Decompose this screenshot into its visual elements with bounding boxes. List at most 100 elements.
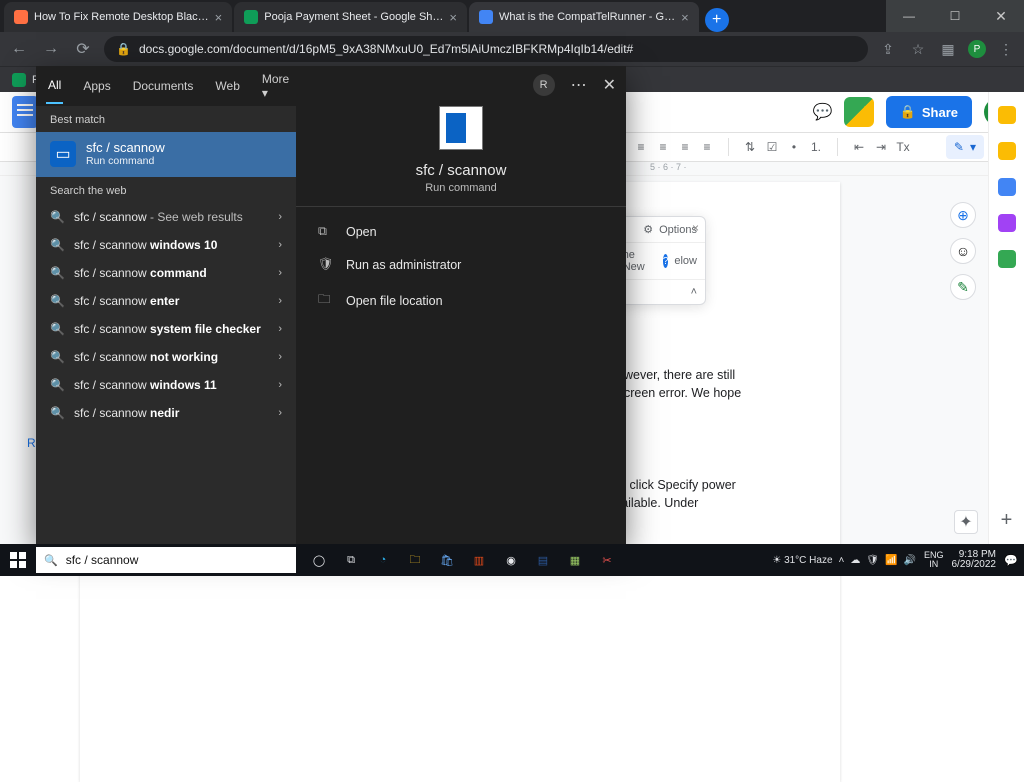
web-result-item[interactable]: 🔍sfc / scannow windows 11› — [36, 371, 296, 399]
forward-button[interactable]: → — [40, 40, 62, 58]
maps-icon[interactable] — [998, 250, 1016, 268]
numbered-list-icon[interactable]: 1. — [807, 138, 825, 156]
chevron-right-icon: › — [278, 295, 282, 307]
web-result-item[interactable]: 🔍sfc / scannow command› — [36, 259, 296, 287]
wifi-icon[interactable]: 📶 — [885, 555, 897, 566]
omnibox[interactable]: 🔒 docs.google.com/document/d/16pM5_9xA38… — [104, 36, 868, 62]
web-result-item[interactable]: 🔍sfc / scannow not working› — [36, 343, 296, 371]
add-comment-icon[interactable]: ⊕ — [950, 202, 976, 228]
new-tab-button[interactable]: + — [705, 8, 729, 32]
taskbar-search-input[interactable] — [66, 553, 288, 567]
meet-button[interactable] — [844, 97, 874, 127]
calendar-icon[interactable] — [998, 106, 1016, 124]
help-icon[interactable]: ? — [663, 254, 669, 268]
indent-decrease-icon[interactable]: ⇤ — [850, 138, 868, 156]
language-indicator[interactable]: ENG IN — [924, 551, 944, 570]
suggest-edits-icon[interactable]: ✎ — [950, 274, 976, 300]
add-on-plus-icon[interactable]: + — [1001, 509, 1013, 532]
store-icon[interactable]: 🛍 — [432, 544, 462, 576]
browser-tab[interactable]: What is the CompatTelRunner - G… × — [469, 2, 699, 32]
chrome-icon[interactable]: ◉ — [496, 544, 526, 576]
tray-chevron-icon[interactable]: ˄ — [839, 555, 845, 566]
checklist-icon[interactable]: ☑ — [763, 138, 781, 156]
action-center-icon[interactable]: 💬 — [1004, 554, 1018, 567]
share-button[interactable]: 🔒 Share — [886, 96, 972, 128]
align-right-icon[interactable]: ≡ — [676, 138, 694, 156]
bookmark-star-icon[interactable]: ☆ — [908, 41, 928, 58]
editing-mode-button[interactable]: ✎▾ — [946, 135, 984, 159]
reload-button[interactable]: ⟳ — [72, 39, 94, 59]
contacts-icon[interactable] — [998, 214, 1016, 232]
section-best-match: Best match — [36, 106, 296, 132]
align-center-icon[interactable]: ≡ — [654, 138, 672, 156]
volume-icon[interactable]: 🔊 — [904, 555, 916, 566]
window-minimize-button[interactable]: ― — [886, 0, 932, 32]
weather-widget[interactable]: ☀ 31°C Haze — [772, 555, 832, 566]
search-icon: 🔍 — [50, 350, 64, 364]
search-tab-more[interactable]: More ▾ — [260, 62, 291, 110]
tab-close-icon[interactable]: × — [215, 10, 223, 25]
docs-logo-icon[interactable] — [12, 96, 38, 128]
onedrive-icon[interactable]: ☁ — [850, 555, 860, 566]
close-search-icon[interactable]: ✕ — [603, 75, 616, 95]
chevron-right-icon: › — [278, 407, 282, 419]
keep-icon[interactable] — [998, 142, 1016, 160]
best-match-result[interactable]: ▭ sfc / scannow Run command — [36, 132, 296, 177]
search-icon: 🔍 — [50, 294, 64, 308]
tab-close-icon[interactable]: × — [449, 10, 457, 25]
emoji-reaction-icon[interactable]: ☺ — [950, 238, 976, 264]
word-icon[interactable]: ▤ — [528, 544, 558, 576]
close-icon[interactable]: × — [692, 221, 699, 235]
taskbar-search-box[interactable]: 🔍 — [36, 547, 296, 573]
comment-history-icon[interactable]: 💬 — [814, 103, 832, 121]
file-explorer-icon[interactable]: 🗀 — [400, 544, 430, 576]
align-justify-icon[interactable]: ≡ — [698, 138, 716, 156]
lock-icon: 🔒 — [900, 104, 916, 120]
explore-button[interactable]: ✦ — [954, 510, 978, 534]
search-tab-documents[interactable]: Documents — [131, 69, 196, 103]
task-view-icon[interactable]: ⧉ — [336, 544, 366, 576]
chevron-up-icon[interactable]: ˄ — [691, 286, 697, 298]
web-result-item[interactable]: 🔍sfc / scannow windows 10› — [36, 231, 296, 259]
chrome-menu-icon[interactable]: ⋮ — [996, 41, 1016, 58]
browser-tab[interactable]: Pooja Payment Sheet - Google Sh… × — [234, 2, 467, 32]
web-result-item[interactable]: 🔍sfc / scannow nedir› — [36, 399, 296, 427]
clear-formatting-icon[interactable]: Tx — [894, 138, 912, 156]
web-result-item[interactable]: 🔍sfc / scannow - See web results› — [36, 203, 296, 231]
back-button[interactable]: ← — [8, 40, 30, 58]
window-maximize-button[interactable]: ☐ — [932, 0, 978, 32]
extensions-icon[interactable]: ▦ — [938, 41, 958, 58]
align-left-icon[interactable]: ≡ — [632, 138, 650, 156]
cortana-icon[interactable]: ◯ — [304, 544, 334, 576]
search-tab-apps[interactable]: Apps — [81, 69, 112, 103]
notepadpp-icon[interactable]: ▦ — [560, 544, 590, 576]
favicon — [14, 10, 28, 24]
web-result-item[interactable]: 🔍sfc / scannow system file checker› — [36, 315, 296, 343]
edge-icon[interactable]: ◔ — [368, 544, 398, 576]
defender-icon[interactable]: 🛡 — [866, 555, 879, 566]
search-icon: 🔍 — [50, 378, 64, 392]
indent-increase-icon[interactable]: ⇥ — [872, 138, 890, 156]
browser-tab[interactable]: How To Fix Remote Desktop Blac… × — [4, 2, 232, 32]
search-tab-web[interactable]: Web — [213, 69, 241, 103]
taskbar-clock[interactable]: 9:18 PM 6/29/2022 — [952, 550, 997, 571]
search-tab-all[interactable]: All — [46, 68, 63, 104]
outline-heading[interactable]: R — [27, 436, 36, 450]
folder-icon: 🗀 — [318, 290, 334, 311]
search-profile-badge[interactable]: R — [533, 74, 555, 96]
action-run-admin[interactable]: 🛡Run as administrator — [302, 248, 620, 281]
tasks-icon[interactable] — [998, 178, 1016, 196]
window-close-button[interactable]: ✕ — [978, 0, 1024, 32]
snip-icon[interactable]: ✂ — [592, 544, 622, 576]
office-icon[interactable]: ▥ — [464, 544, 494, 576]
action-open[interactable]: ⧉Open — [302, 215, 620, 248]
bulleted-list-icon[interactable]: • — [785, 138, 803, 156]
more-options-icon[interactable]: ⋯ — [571, 75, 587, 95]
share-page-icon[interactable]: ⇪ — [878, 41, 898, 58]
tab-close-icon[interactable]: × — [681, 10, 689, 25]
profile-avatar[interactable]: P — [968, 40, 986, 58]
web-result-item[interactable]: 🔍sfc / scannow enter› — [36, 287, 296, 315]
action-open-file-location[interactable]: 🗀Open file location — [302, 281, 620, 320]
start-button[interactable] — [0, 544, 36, 576]
line-spacing-icon[interactable]: ⇅ — [741, 138, 759, 156]
